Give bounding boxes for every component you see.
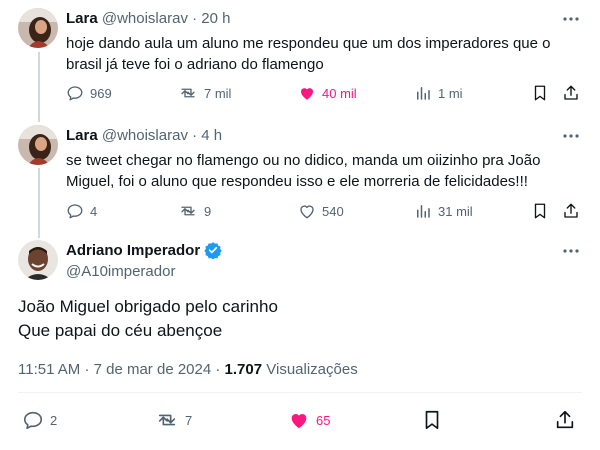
retweet-icon — [158, 414, 176, 426]
user-handle[interactable]: @whoislarav — [102, 127, 188, 144]
tweet-header: Lara @whoislarav · 4 h — [66, 127, 222, 144]
views-label: Visualizações — [266, 361, 358, 378]
tweet-time[interactable]: 4 h — [201, 127, 222, 144]
share-icon — [564, 85, 578, 100]
display-name[interactable]: Lara — [66, 127, 98, 144]
more-icon[interactable] — [562, 127, 580, 145]
reply-button[interactable]: 2 — [22, 408, 57, 432]
tweet-header: Lara @whoislarav · 20 h — [66, 10, 231, 27]
views-count: 31 mil — [438, 203, 473, 219]
retweet-icon — [181, 88, 195, 98]
like-count: 540 — [322, 203, 344, 219]
share-button[interactable] — [562, 201, 580, 221]
tweet-text-line: Miguel, foi o aluno que respondeu isso e… — [66, 173, 528, 190]
retweet-count: 9 — [204, 203, 212, 219]
tweet-text-line: hoje dando aula um aluno me respondeu qu… — [66, 35, 551, 52]
divider — [18, 392, 582, 393]
tweet[interactable]: Lara @whoislarav · 4 h se tweet chegar n… — [0, 120, 600, 230]
main-tweet-actions: 2 7 65 — [0, 408, 600, 432]
tweet-text: João Miguel obrigado pelo carinho Que pa… — [18, 295, 278, 343]
tweet-actions: 969 7 mil 40 mil 1 mi — [0, 83, 600, 103]
reply-button[interactable]: 969 — [66, 83, 112, 103]
reply-button[interactable]: 4 — [66, 201, 97, 221]
like-button[interactable]: 65 — [288, 408, 330, 432]
share-button[interactable] — [562, 83, 580, 103]
retweet-button[interactable]: 9 — [178, 201, 211, 221]
views-button[interactable]: 1 mi — [414, 83, 463, 103]
like-button[interactable]: 540 — [298, 201, 344, 221]
bookmark-button[interactable] — [532, 83, 548, 103]
retweet-button[interactable]: 7 mil — [178, 83, 231, 103]
like-icon — [291, 414, 307, 429]
more-icon[interactable] — [562, 10, 580, 28]
reply-count: 2 — [50, 412, 58, 428]
tweet-text: se tweet chegar no flamengo ou no didico… — [66, 150, 540, 192]
views-count: 1 mi — [438, 85, 463, 101]
tweet-time[interactable]: 20 h — [201, 10, 230, 27]
display-name: Adriano Imperador — [66, 241, 222, 259]
user-handle[interactable]: @whoislarav — [102, 10, 188, 27]
tweet-text-line: Que papai do céu abençoe — [18, 321, 223, 340]
views-button[interactable]: 31 mil — [414, 201, 473, 221]
tweet-text-line: brasil já teve foi o adriano do flamengo — [66, 56, 324, 73]
tweet-text-line: se tweet chegar no flamengo ou no didico… — [66, 152, 541, 169]
reply-icon — [67, 204, 83, 219]
retweet-button[interactable]: 7 — [155, 408, 192, 432]
more-icon[interactable] — [562, 242, 580, 260]
retweet-count: 7 — [185, 412, 193, 428]
like-count: 40 mil — [322, 85, 357, 101]
main-display-name[interactable]: Adriano Imperador — [66, 242, 200, 259]
retweet-count: 7 mil — [204, 85, 232, 101]
like-icon — [301, 88, 313, 100]
verified-badge-icon — [204, 242, 222, 259]
bookmark-icon — [534, 203, 546, 219]
share-button[interactable] — [554, 408, 576, 432]
bookmark-icon — [425, 410, 439, 430]
like-button[interactable]: 40 mil — [298, 83, 357, 103]
tweet-text-line: João Miguel obrigado pelo carinho — [18, 297, 278, 316]
avatar[interactable] — [18, 240, 58, 280]
reply-icon — [67, 86, 83, 101]
bookmark-button[interactable] — [532, 201, 548, 221]
reply-count: 969 — [90, 85, 112, 101]
avatar[interactable] — [18, 8, 58, 48]
avatar[interactable] — [18, 125, 58, 165]
tweet-meta: 11:51 AM · 7 de mar de 2024 · 1.707 Visu… — [18, 361, 358, 378]
bookmark-icon — [534, 85, 546, 101]
separator-dot: · — [215, 361, 221, 378]
reply-icon — [23, 411, 43, 430]
tweet-time[interactable]: 11:51 AM — [18, 361, 80, 378]
separator-dot: · — [84, 361, 90, 378]
display-name[interactable]: Lara — [66, 10, 98, 27]
share-icon — [564, 203, 578, 218]
tweet-date[interactable]: 7 de mar de 2024 — [94, 361, 212, 378]
user-handle[interactable]: @A10imperador — [66, 263, 175, 280]
views-count: 1.707 — [224, 361, 263, 378]
views-icon — [417, 87, 430, 100]
separator-dot: · — [192, 10, 198, 27]
like-count: 65 — [316, 412, 331, 428]
separator-dot: · — [192, 127, 198, 144]
tweet-actions: 4 9 540 31 mil — [0, 201, 600, 221]
bookmark-button[interactable] — [422, 408, 442, 432]
share-icon — [556, 410, 574, 429]
tweet[interactable]: Lara @whoislarav · 20 h hoje dando aula … — [0, 0, 600, 120]
reply-count: 4 — [90, 203, 98, 219]
retweet-icon — [181, 206, 195, 216]
like-icon — [300, 205, 314, 219]
tweet-text: hoje dando aula um aluno me respondeu qu… — [66, 33, 551, 75]
views-icon — [417, 205, 430, 218]
